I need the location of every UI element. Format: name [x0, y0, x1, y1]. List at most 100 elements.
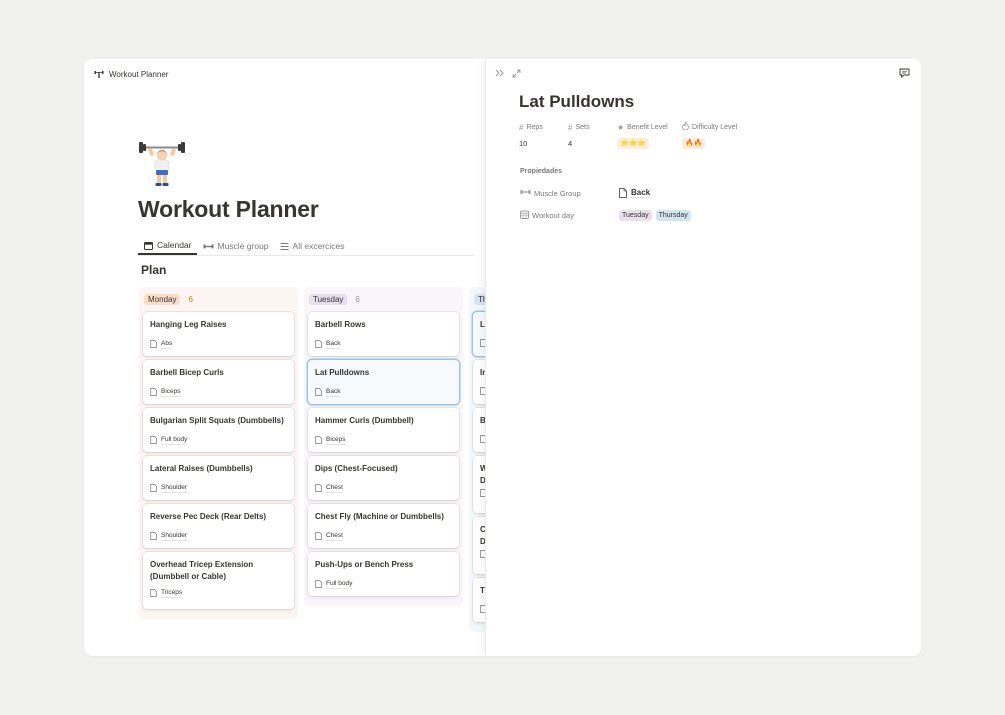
property-label: Sets: [575, 123, 590, 131]
card-relation[interactable]: Triceps: [150, 588, 287, 598]
board-card[interactable]: Reverse Pec Deck (Rear Delts) Shoulder: [143, 504, 294, 548]
list-icon: [280, 242, 289, 251]
relation-label: Full body: [326, 580, 353, 589]
property-benefit-level[interactable]: ★ Benefit Level ⭐⭐⭐: [617, 122, 682, 149]
page-icon: [315, 532, 322, 540]
card-relation[interactable]: Abs: [150, 339, 287, 349]
card-relation[interactable]: Chest: [315, 483, 452, 493]
tab-label: Calendar: [157, 240, 192, 250]
double-chevron-right-icon: [495, 69, 504, 77]
card-title: Lat Pulldowns: [315, 368, 370, 377]
page-icon: [315, 484, 322, 492]
page-icon: [150, 589, 157, 597]
card-relation[interactable]: Chest: [315, 531, 452, 541]
page-icon: [150, 532, 157, 540]
page-icon: [150, 340, 157, 348]
page-content: Workout Planner Workout Planner Calendar…: [84, 59, 485, 656]
flame-icon: [682, 121, 689, 132]
relation-label: Back: [326, 340, 341, 349]
relation-label: Biceps: [161, 388, 181, 397]
weightlifter-icon: [94, 69, 104, 79]
comments-button[interactable]: [898, 68, 910, 78]
property-sets[interactable]: # Sets 4: [568, 122, 617, 149]
board-card[interactable]: L: [473, 312, 485, 356]
card-relation[interactable]: Full body: [150, 435, 287, 445]
comment-icon: [899, 68, 909, 78]
card-relation[interactable]: Full body: [315, 579, 452, 589]
property-label: Muscle Group: [534, 188, 581, 198]
card-relation[interactable]: Biceps: [150, 387, 287, 397]
view-tabs: Calendar Muscle group All excercices: [138, 235, 475, 256]
column-header[interactable]: Tuesday 6: [309, 292, 459, 306]
property-reps[interactable]: # Reps 10: [519, 122, 568, 149]
board-card[interactable]: Chest Fly (Machine or Dumbbells) Chest: [308, 504, 459, 548]
multi-select-value[interactable]: Tuesday Thursday: [619, 209, 691, 221]
board-card[interactable]: Barbell Rows Back: [308, 312, 459, 356]
card-title: Barbell Rows: [315, 320, 366, 329]
card-title: Barbell Bicep Curls: [150, 368, 224, 377]
board-card[interactable]: Bulgarian Split Squats (Dumbbells) Full …: [143, 408, 294, 452]
card-relation[interactable]: Shoulder: [150, 531, 287, 541]
properties-section-label: Propiedades: [520, 168, 563, 175]
board-card[interactable]: Hammer Curls (Dumbbell) Biceps: [308, 408, 459, 452]
page-icon: [150, 436, 157, 444]
card-title: Overhead Tricep Extension (Dumbbell or C…: [150, 560, 254, 581]
card-relation[interactable]: Biceps: [315, 435, 452, 445]
card-title: Reverse Pec Deck (Rear Delts): [150, 512, 267, 521]
relation-label: Shoulder: [161, 532, 188, 541]
calendar-icon: [144, 241, 153, 250]
star-icon: ★: [617, 122, 625, 132]
weightlifter-icon[interactable]: [138, 139, 186, 189]
relation-label: Abs: [161, 340, 173, 349]
board-card[interactable]: Dips (Chest-Focused) Chest: [308, 456, 459, 500]
column-count: 6: [188, 294, 193, 304]
board-card[interactable]: Lateral Raises (Dumbbells) Shoulder: [143, 456, 294, 500]
page-title: Workout Planner: [138, 196, 319, 222]
board-card[interactable]: B: [473, 408, 485, 452]
calendar-icon: [520, 210, 529, 221]
tab-calendar[interactable]: Calendar: [138, 235, 197, 255]
property-difficulty-level[interactable]: Difficulty Level 🔥🔥: [682, 121, 762, 149]
relation-label: Full body: [161, 436, 188, 445]
column-header[interactable]: Th: [474, 292, 485, 306]
relation-label: Shoulder: [161, 484, 188, 493]
board-card[interactable]: In: [473, 360, 485, 404]
board-card[interactable]: Ti: [473, 578, 485, 622]
card-title: Hammer Curls (Dumbbell): [315, 416, 414, 425]
card-title: Push-Ups or Bench Press: [315, 560, 414, 569]
board-card[interactable]: Push-Ups or Bench Press Full body: [308, 552, 459, 596]
relation-label: Triceps: [161, 589, 183, 598]
tab-all-exercises[interactable]: All excercices: [274, 235, 350, 255]
board-title: Plan: [141, 263, 167, 277]
page-icon: [315, 436, 322, 444]
card-title: Hanging Leg Raises: [150, 320, 227, 329]
dumbbell-icon: [203, 242, 214, 251]
board-card[interactable]: Overhead Tricep Extension (Dumbbell or C…: [143, 552, 294, 609]
card-relation[interactable]: Shoulder: [150, 483, 287, 493]
card-title: Lateral Raises (Dumbbells): [150, 464, 253, 473]
hash-icon: #: [568, 122, 573, 132]
card-relation[interactable]: Back: [315, 339, 452, 349]
expand-button[interactable]: [510, 68, 522, 78]
property-row-workout-day: Workout day Tuesday Thursday: [520, 209, 691, 221]
breadcrumb[interactable]: Workout Planner: [94, 67, 168, 81]
property-row-muscle-group: Muscle Group Back: [520, 187, 651, 199]
board-card[interactable]: W D: [473, 456, 485, 513]
relation-link[interactable]: Back: [619, 188, 651, 198]
page-icon: [619, 188, 627, 198]
card-relation[interactable]: Back: [315, 387, 452, 397]
tab-muscle-group[interactable]: Muscle group: [197, 235, 274, 255]
close-peek-button[interactable]: [494, 68, 506, 78]
property-value: 🔥🔥: [682, 138, 706, 149]
board-column-monday: Monday 6 Hanging Leg Raises Abs Barbell …: [139, 287, 298, 619]
property-bar: # Reps 10 # Sets 4 ★ Benefit Level ⭐⭐⭐ Diff…: [519, 121, 762, 149]
board-card[interactable]: Barbell Bicep Curls Biceps: [143, 360, 294, 404]
board-card[interactable]: Hanging Leg Raises Abs: [143, 312, 294, 356]
tab-label: All excercices: [292, 241, 345, 251]
board-card[interactable]: C D: [473, 517, 485, 574]
property-label: Difficulty Level: [692, 123, 738, 131]
column-header[interactable]: Monday 6: [144, 292, 294, 306]
app-window: Workout Planner Workout Planner Calendar…: [84, 59, 921, 656]
panel-title: Lat Pulldowns: [519, 92, 635, 111]
board-card-selected[interactable]: Lat Pulldowns Back: [308, 360, 459, 404]
